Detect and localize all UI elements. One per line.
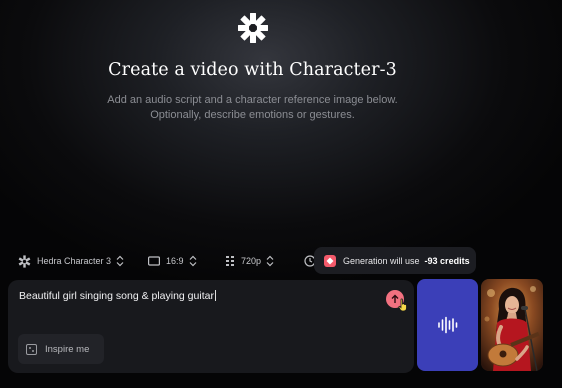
audio-waveform-icon	[437, 316, 457, 334]
resolution-label: 720p	[241, 256, 262, 266]
model-label: Hedra Character 3	[37, 256, 112, 266]
chevron-updown-icon	[116, 255, 124, 267]
resolution-selector[interactable]: 720p	[225, 251, 274, 271]
page-subtitle: Add an audio script and a character refe…	[0, 93, 505, 123]
chevron-updown-icon	[189, 255, 196, 267]
aspect-ratio-label: 16:9	[166, 256, 184, 266]
credits-notice: Generation will use -93 credits	[314, 247, 476, 274]
aspect-ratio-icon	[148, 256, 160, 266]
page: Create a video with Character-3 Add an a…	[0, 0, 562, 388]
inspire-me-button[interactable]: Inspire me	[18, 334, 104, 364]
aspect-ratio-selector[interactable]: 16:9	[148, 251, 197, 271]
audio-script-card[interactable]	[417, 279, 478, 371]
model-selector[interactable]: Hedra Character 3	[18, 251, 124, 271]
resolution-icon	[226, 256, 234, 266]
credits-amount: -93 credits	[424, 255, 470, 266]
dice-icon	[26, 343, 37, 355]
singer-photo	[481, 279, 543, 371]
hedra-logo-icon	[18, 254, 31, 268]
settings-bar: Hedra Character 3 16:9 720p	[0, 244, 562, 278]
credits-icon	[324, 254, 336, 267]
hedra-star-logo-icon	[238, 13, 268, 43]
page-title: Create a video with Character-3	[108, 60, 397, 80]
prompt-input[interactable]: Beautiful girl singing song & playing gu…	[19, 290, 216, 302]
inspire-me-label: Inspire me	[45, 343, 90, 355]
prompt-value: Beautiful girl singing song & playing gu…	[19, 290, 214, 302]
chevron-updown-icon	[266, 255, 274, 267]
character-reference-image[interactable]	[481, 279, 543, 371]
hand-cursor-icon	[398, 298, 407, 312]
credits-prefix: Generation will use	[343, 255, 420, 266]
subtitle-line-1: Add an audio script and a character refe…	[107, 94, 398, 106]
subtitle-line-2: Optionally, describe emotions or gesture…	[150, 109, 355, 121]
text-caret	[214, 290, 216, 301]
prompt-box[interactable]: Beautiful girl singing song & playing gu…	[8, 280, 414, 373]
